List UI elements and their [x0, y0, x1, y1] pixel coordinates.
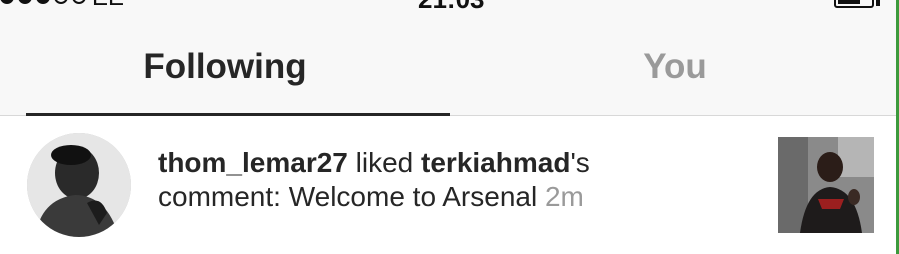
comment-prefix: comment:: [158, 181, 289, 212]
tab-following[interactable]: Following: [0, 18, 450, 115]
actor-username[interactable]: thom_lemar27: [158, 147, 348, 178]
battery-icon: [834, 0, 874, 8]
comment-text: Welcome to Arsenal: [288, 181, 538, 212]
possessive-suffix: 's: [570, 147, 590, 178]
avatar[interactable]: [27, 133, 131, 237]
notification-time: 2m: [544, 181, 584, 212]
tab-you[interactable]: You: [450, 18, 899, 115]
status-bar: EE 21:03: [0, 0, 899, 18]
status-clock: 21:03: [418, 0, 485, 15]
activity-tabs: Following You: [0, 18, 899, 116]
notification-text: thom_lemar27 liked terkiahmad's comment: …: [158, 146, 718, 214]
post-thumbnail[interactable]: [778, 137, 874, 233]
carrier-name: EE: [92, 0, 124, 12]
battery-tip: [876, 0, 880, 6]
activity-screen: EE 21:03 Following You thom_lemar27 like…: [0, 0, 899, 254]
signal-strength-icon: [0, 0, 86, 4]
post-photo-icon: [778, 137, 874, 233]
notification-action: liked: [347, 147, 422, 178]
target-username[interactable]: terkiahmad: [421, 147, 570, 178]
battery-level: [838, 0, 860, 4]
profile-photo-icon: [27, 133, 131, 237]
notification-row[interactable]: thom_lemar27 liked terkiahmad's comment: …: [0, 116, 899, 254]
